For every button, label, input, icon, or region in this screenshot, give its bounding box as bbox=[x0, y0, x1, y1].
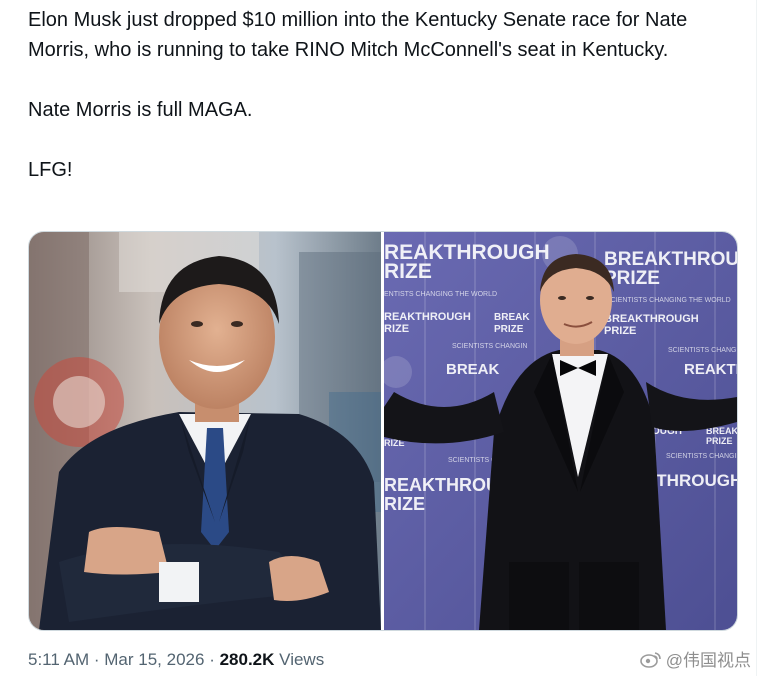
watermark: @伟国视点 bbox=[639, 646, 751, 671]
backdrop-text: BREAK bbox=[494, 312, 530, 323]
backdrop-text: SCIENTISTS CHANGIN bbox=[668, 347, 737, 354]
backdrop-text: ENTISTS CHANGING THE WORLD bbox=[384, 291, 497, 298]
backdrop-text: SCIENTISTS CHANGING THE WORLD bbox=[606, 297, 731, 304]
tweet-timestamp[interactable]: 5:11 AM · Mar 15, 2026 bbox=[28, 650, 204, 669]
weibo-logo-icon bbox=[639, 651, 661, 668]
photo-elon-musk[interactable]: REAKTHROUGH RIZE BREAKTHROUGH PRIZE REAK… bbox=[384, 232, 737, 630]
tweet-paragraph: Elon Musk just dropped $10 million into … bbox=[28, 9, 688, 61]
backdrop-text: RIZE bbox=[384, 260, 432, 283]
photo-elon-musk-image: REAKTHROUGH RIZE BREAKTHROUGH PRIZE REAK… bbox=[384, 232, 737, 630]
backdrop-text: PRIZE bbox=[604, 325, 636, 337]
backdrop-text: PRIZE bbox=[494, 324, 524, 335]
watermark-text: @伟国视点 bbox=[665, 651, 751, 670]
backdrop-text: RIZE bbox=[384, 323, 409, 335]
media-grid: REAKTHROUGH RIZE BREAKTHROUGH PRIZE REAK… bbox=[28, 231, 738, 631]
photo-nate-morris-image bbox=[29, 232, 381, 630]
tweet-text: Elon Musk just dropped $10 million into … bbox=[28, 5, 728, 185]
backdrop-text: PRIZE bbox=[706, 436, 733, 446]
backdrop-text: SCIENTISTS CHANGIN bbox=[452, 343, 527, 350]
tweet-paragraph: LFG! bbox=[28, 159, 73, 181]
backdrop-text: BREAKTHROUGH bbox=[604, 249, 737, 270]
tweet-time: 5:11 AM bbox=[28, 650, 90, 669]
photo-nate-morris[interactable] bbox=[29, 232, 381, 630]
tweet-paragraph: Nate Morris is full MAGA. bbox=[28, 99, 253, 121]
backdrop-text: BREAK bbox=[446, 361, 500, 378]
backdrop-text: RIZE bbox=[384, 494, 425, 514]
backdrop-text: KTHROUGH bbox=[644, 471, 737, 490]
backdrop-text: REAKTHROUGH bbox=[384, 311, 471, 323]
meta-separator: · bbox=[209, 650, 215, 669]
meta-separator: · bbox=[93, 650, 100, 669]
divider bbox=[756, 0, 757, 676]
backdrop-text: REAKTH bbox=[684, 361, 737, 378]
tweet-meta: 5:11 AM · Mar 15, 2026 · 280.2K Views bbox=[28, 650, 324, 670]
views-count: 280.2K bbox=[219, 650, 275, 669]
views-label: Views bbox=[279, 650, 325, 669]
tweet-date: Mar 15, 2026 bbox=[104, 650, 205, 669]
backdrop-text: SCIENTISTS CHANGIN bbox=[666, 453, 737, 460]
backdrop-text: BREAKTHROUGH bbox=[604, 313, 699, 325]
